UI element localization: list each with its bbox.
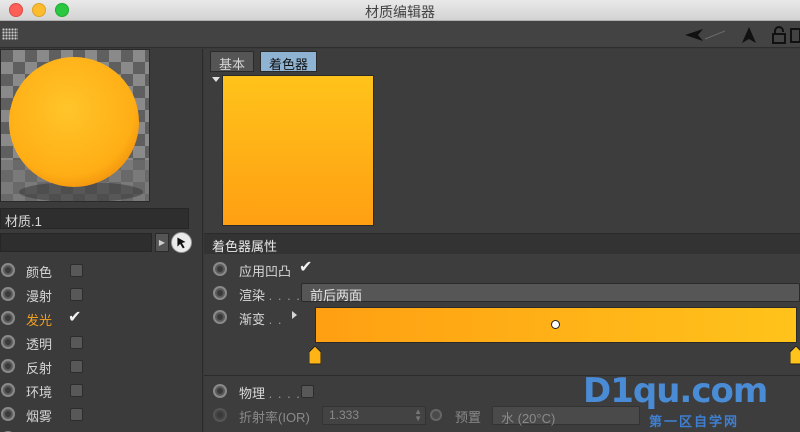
channel-label: 漫射 [26,289,53,304]
gradient-stop-left-icon[interactable] [309,346,321,365]
channel-label: 发光 [26,313,53,328]
physical-checkbox[interactable] [301,385,314,398]
preset-radio[interactable] [430,409,442,421]
prop-radio[interactable] [213,384,227,398]
gradient-interpolation-knot[interactable] [551,320,560,329]
gradient-expand-icon[interactable] [292,311,297,319]
channel-label: 透明 [26,337,53,352]
render-row: 渲染 . . . . 前后两面 [204,282,800,304]
prop-radio[interactable] [213,408,227,422]
channel-row-bump[interactable]: 凹凸 [0,426,200,432]
prop-radio[interactable] [213,262,227,276]
channel-row-fog[interactable]: 烟雾 [0,402,200,426]
shader-preview-swatch[interactable] [222,75,374,226]
channel-radio[interactable] [1,335,15,349]
apply-bump-label: 应用凹凸 [239,264,292,279]
preview-sphere-image [1,50,149,201]
ior-value: 1.333 [329,408,360,422]
ior-label: 折射率(IOR) [239,410,310,425]
window-title: 材质编辑器 [365,4,435,20]
channel-row-luminance[interactable]: 发光 ✔ [0,306,200,330]
pick-cursor-icon[interactable] [171,232,192,253]
render-label: 渲染 [239,288,266,303]
physical-label: 物理 [239,386,266,401]
channel-checkbox[interactable] [70,288,83,301]
render-dots: . . . . [268,288,301,303]
channel-checkbox[interactable] [70,408,83,421]
channel-checkbox[interactable] [70,360,83,373]
grip-icon[interactable] [2,28,18,40]
channel-checkbox[interactable] [70,384,83,397]
material-path-field[interactable] [0,233,152,252]
channel-row-transparency[interactable]: 透明 [0,330,200,354]
title-bar: 材质编辑器 [0,0,800,21]
channel-label: 颜色 [26,265,53,280]
spinner-arrows-icon[interactable]: ▲ ▼ [414,408,422,423]
channel-radio[interactable] [1,383,15,397]
tab-basic[interactable]: 基本 [210,51,255,72]
channel-list: 颜色 漫射 发光 ✔ 透明 反射 环境 烟雾 [0,258,200,432]
material-name-field[interactable]: 材质.1 [0,208,189,229]
gradient-dots: . . [268,312,283,327]
channel-label: 环境 [26,385,53,400]
back-arrow-icon[interactable] [683,25,727,45]
prop-radio[interactable] [213,286,227,300]
checkmark-icon[interactable]: ✔ [68,307,81,327]
section-header: 着色器属性 [204,233,800,254]
channel-radio[interactable] [1,263,15,277]
gradient-stop-right-icon[interactable] [790,346,800,365]
panel-menu-icon[interactable] [790,25,800,45]
channel-row-diffusion[interactable]: 漫射 [0,282,200,306]
swatch-menu-icon[interactable] [212,77,220,82]
toolbar [0,21,800,48]
physical-dots: . . . . [268,386,301,401]
apply-bump-row: 应用凹凸 ✔ [204,258,800,280]
channel-radio[interactable] [1,311,15,325]
channel-radio[interactable] [1,407,15,421]
channel-row-environment[interactable]: 环境 [0,378,200,402]
ior-input[interactable]: 1.333 ▲ ▼ [322,406,426,425]
gradient-label: 渐变 [239,312,266,327]
watermark-logo: D1qu.com [583,371,768,411]
channel-checkbox[interactable] [70,264,83,277]
preset-label: 预置 [455,410,482,425]
left-panel: 材质.1 ▶ 颜色 漫射 发光 ✔ 透明 反射 环境 烟雾 [0,49,203,432]
site-watermark: D1qu.com 第一区自学网 [583,371,800,432]
channel-label: 反射 [26,361,53,376]
lock-icon[interactable] [771,25,787,45]
checkmark-icon[interactable]: ✔ [299,257,312,277]
channel-radio[interactable] [1,359,15,373]
expand-arrow-button[interactable]: ▶ [155,233,169,252]
channel-checkbox[interactable] [70,336,83,349]
channel-row-reflectance[interactable]: 反射 [0,354,200,378]
render-dropdown[interactable]: 前后两面 [301,283,800,303]
channel-radio[interactable] [1,287,15,301]
prop-radio[interactable] [213,310,227,324]
tab-shader[interactable]: 着色器 [260,51,318,72]
channel-label: 烟雾 [26,409,53,424]
material-preview[interactable] [0,49,150,202]
watermark-subtitle: 第一区自学网 [649,414,740,429]
channel-row-color[interactable]: 颜色 [0,258,200,282]
cursor-up-icon[interactable] [739,25,759,45]
